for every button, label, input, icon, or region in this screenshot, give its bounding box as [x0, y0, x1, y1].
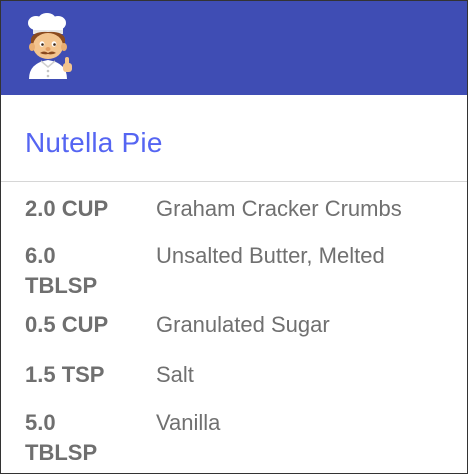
ingredient-name: Unsalted Butter, Melted — [156, 243, 385, 268]
app-bar — [1, 1, 467, 95]
ingredient-quantity: 5.0 TBLSP — [25, 410, 98, 465]
recipe-title: Nutella Pie — [25, 127, 163, 158]
ingredient-quantity: 2.0 CUP — [25, 196, 109, 221]
ingredient-row[interactable]: 6.0 TBLSP Unsalted Butter, Melted — [1, 232, 467, 304]
ingredient-quantity: 6.0 TBLSP — [25, 243, 98, 298]
ingredient-quantity: 1.5 TSP — [25, 362, 105, 387]
ingredient-name: Salt — [156, 362, 194, 387]
ingredient-row[interactable]: 0.5 CUP Granulated Sugar — [1, 304, 467, 354]
ingredient-name: Granulated Sugar — [156, 312, 330, 337]
ingredient-quantity: 0.5 CUP — [25, 312, 109, 337]
ingredient-name: Vanilla — [156, 410, 221, 435]
recipe-screen: Nutella Pie 2.0 CUP Graham Cracker Crumb… — [0, 0, 468, 474]
ingredient-row[interactable]: 2.0 CUP Graham Cracker Crumbs — [1, 182, 467, 232]
ingredient-row[interactable]: 1.5 TSP Salt — [1, 354, 467, 402]
ingredient-row[interactable]: 5.0 TBLSP Vanilla — [1, 402, 467, 473]
ingredient-name: Graham Cracker Crumbs — [156, 196, 402, 221]
chef-icon — [28, 13, 72, 79]
ingredient-list: 2.0 CUP Graham Cracker Crumbs 6.0 TBLSP … — [1, 182, 467, 473]
